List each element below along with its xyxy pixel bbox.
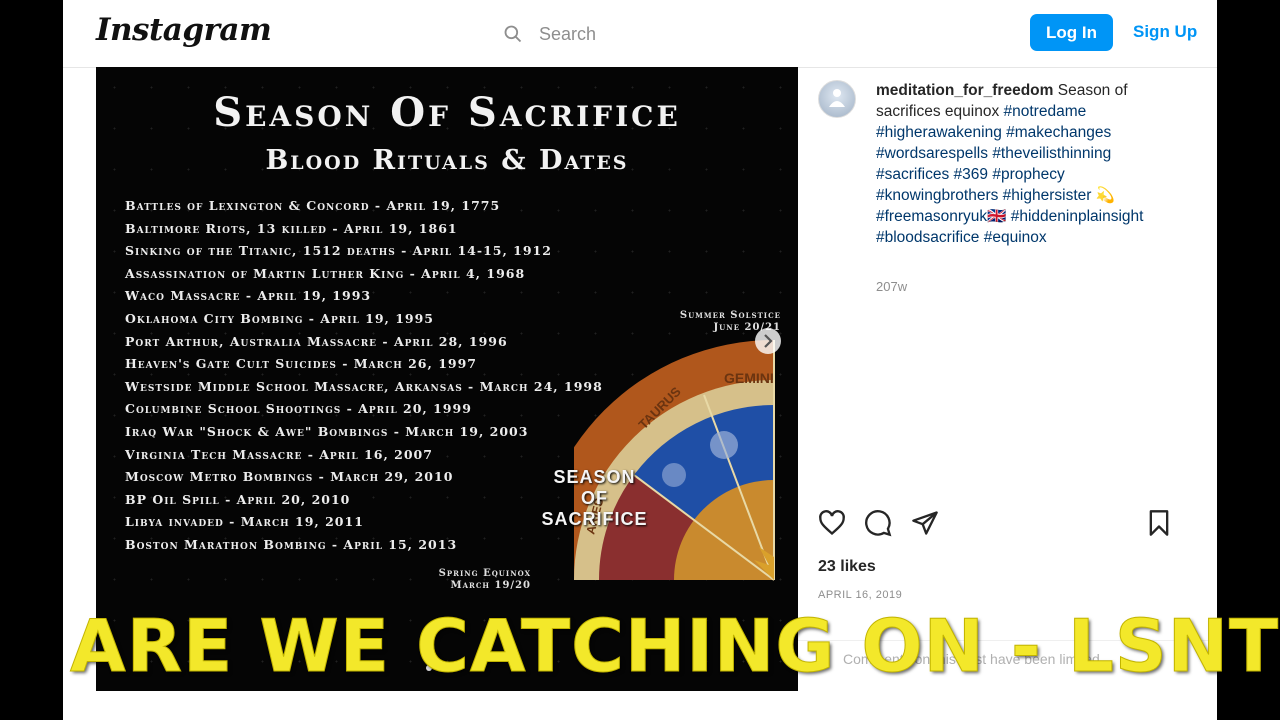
sparkle-emoji: 💫 bbox=[1095, 187, 1116, 204]
event-item: Boston Marathon Bombing - April 15, 2013 bbox=[125, 536, 458, 552]
spring-equinox-title: Spring Equinox bbox=[438, 568, 531, 579]
hashtag-link[interactable]: #369 bbox=[954, 166, 988, 183]
search-box[interactable] bbox=[503, 20, 743, 48]
next-image-button[interactable] bbox=[755, 328, 781, 354]
post-image: Season Of Sacrifice Blood Rituals & Date… bbox=[96, 67, 798, 691]
hashtag-link[interactable]: #makechanges bbox=[1006, 124, 1111, 141]
hashtag-link[interactable]: #highersister bbox=[1003, 187, 1092, 204]
post-actions bbox=[818, 509, 1173, 539]
event-item: Assassination of Martin Luther King - Ap… bbox=[125, 265, 526, 281]
top-navigation-bar: Instagram Log In Sign Up bbox=[63, 0, 1217, 68]
username-link[interactable]: meditation_for_freedom bbox=[876, 82, 1053, 99]
post-date: APRIL 16, 2019 bbox=[818, 589, 903, 601]
hashtag-link[interactable]: #sacrifices bbox=[876, 166, 949, 183]
search-icon bbox=[504, 25, 522, 43]
comment-icon[interactable] bbox=[864, 509, 892, 537]
share-icon[interactable] bbox=[911, 509, 939, 537]
event-item: Columbine School Shootings - April 20, 1… bbox=[125, 401, 472, 417]
image-title: Season Of Sacrifice bbox=[213, 89, 681, 136]
event-item: Virginia Tech Massacre - April 16, 2007 bbox=[125, 446, 433, 462]
overlay-caption: ARE WE CATCHING ON - LSNT bbox=[70, 604, 1280, 689]
wheel-label-line: SEASON bbox=[553, 467, 636, 487]
image-subtitle: Blood Rituals & Dates bbox=[265, 145, 629, 176]
bookmark-icon[interactable] bbox=[1145, 509, 1173, 537]
signup-link[interactable]: Sign Up bbox=[1133, 22, 1197, 42]
event-item: Baltimore Riots, 13 killed - April 19, 1… bbox=[125, 220, 458, 236]
hashtag-link[interactable]: #prophecy bbox=[992, 166, 1064, 183]
event-item: Oklahoma City Bombing - April 19, 1995 bbox=[125, 310, 435, 326]
hashtag-link[interactable]: #notredame bbox=[1004, 103, 1087, 120]
wheel-season-label: SEASON OF SACRIFICE bbox=[522, 467, 667, 530]
hashtag-link[interactable]: #wordsarespells bbox=[876, 145, 988, 162]
sign-gemini: GEMINI bbox=[724, 370, 774, 386]
hashtag-link[interactable]: #bloodsacrifice bbox=[876, 229, 979, 246]
wheel-label-line: SACRIFICE bbox=[541, 509, 648, 529]
hashtag-link[interactable]: #higherawakening bbox=[876, 124, 1002, 141]
event-item: Heaven's Gate Cult Suicides - March 26, … bbox=[125, 356, 477, 372]
zodiac-wheel: GEMINI TAURUS ARIES bbox=[574, 340, 775, 581]
spring-equinox-date: March 19/20 bbox=[450, 580, 531, 591]
heart-icon[interactable] bbox=[818, 509, 846, 537]
hashtag-link[interactable]: #equinox bbox=[984, 229, 1047, 246]
hashtag-link[interactable]: #knowingbrothers bbox=[876, 187, 998, 204]
event-item: Port Arthur, Australia Massacre - April … bbox=[125, 333, 508, 349]
post-age[interactable]: 207w bbox=[876, 279, 907, 294]
event-item: Battles of Lexington & Concord - April 1… bbox=[125, 198, 501, 213]
hashtag-link[interactable]: #hiddeninplainsight bbox=[1011, 208, 1144, 225]
event-item: Westside Middle School Massacre, Arkansa… bbox=[125, 378, 603, 394]
post-caption: meditation_for_freedom Season of sacrifi… bbox=[876, 80, 1166, 248]
event-item: Iraq War "Shock & Awe" Bombings - March … bbox=[125, 423, 529, 439]
gemini-twins-figure bbox=[710, 431, 738, 459]
hashtag-link[interactable]: #theveilisthinning bbox=[992, 145, 1111, 162]
chevron-right-icon bbox=[764, 334, 773, 348]
event-item: Waco Massacre - April 19, 1993 bbox=[125, 288, 372, 304]
summer-solstice-title: Summer Solstice bbox=[679, 310, 781, 321]
likes-count[interactable]: 23 likes bbox=[818, 558, 876, 576]
instagram-logo[interactable]: Instagram bbox=[96, 12, 272, 48]
event-item: Sinking of the Titanic, 1512 deaths - Ap… bbox=[125, 243, 552, 259]
login-button[interactable]: Log In bbox=[1030, 14, 1113, 51]
search-input[interactable] bbox=[537, 22, 721, 46]
meditating-figure-icon bbox=[829, 89, 845, 107]
spring-equinox-label: Spring Equinox March 19/20 bbox=[396, 568, 531, 592]
hashtag-link[interactable]: #freemasonryuk🇬🇧 bbox=[876, 208, 1006, 225]
wheel-label-line: OF bbox=[581, 488, 608, 508]
avatar[interactable] bbox=[818, 80, 856, 118]
